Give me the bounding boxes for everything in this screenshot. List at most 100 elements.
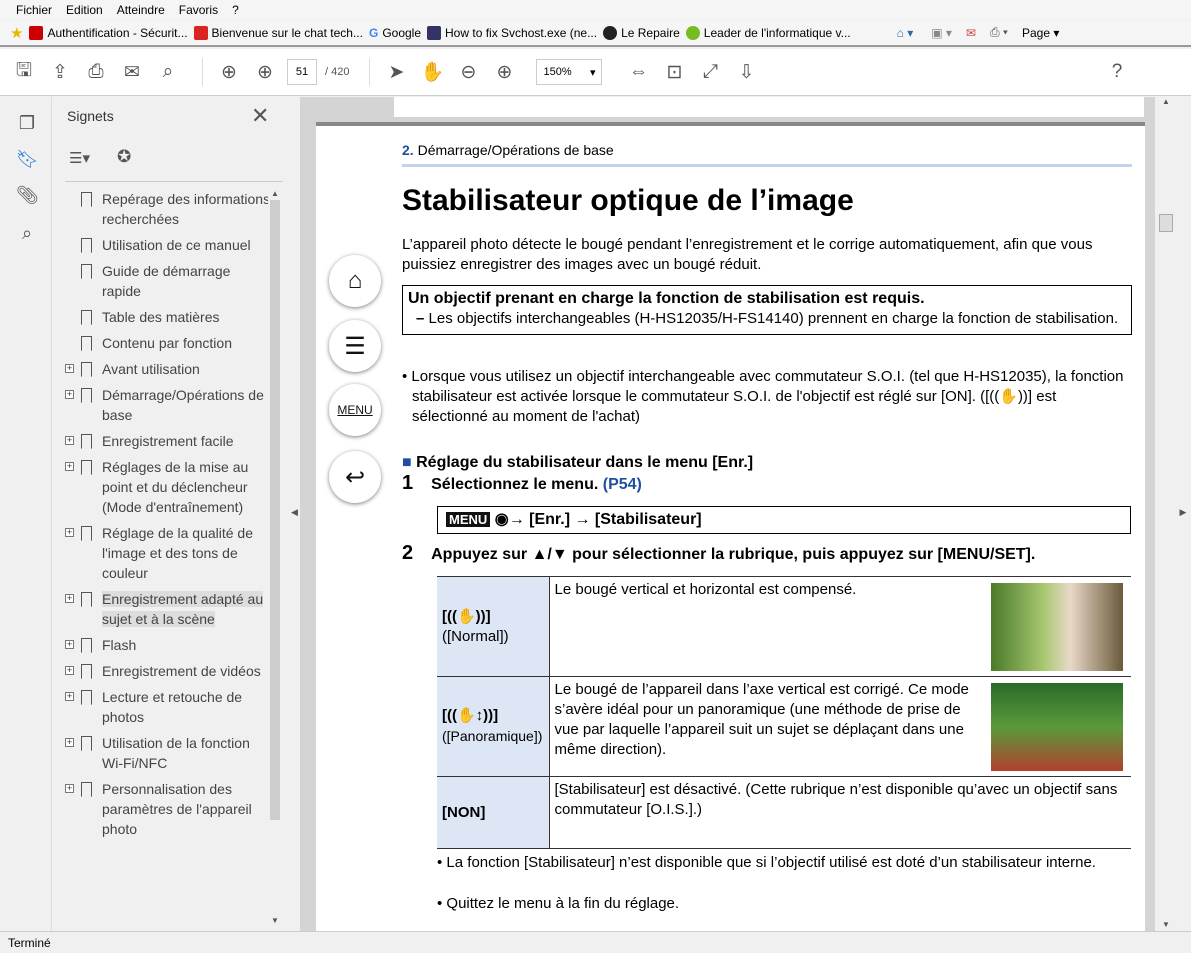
bookmark-item[interactable]: + Enregistrement de vidéos xyxy=(61,661,271,681)
bookmark-icon xyxy=(81,638,92,653)
print-icon[interactable]: ⎙ ▾ xyxy=(990,25,1008,40)
back-arrow-icon: ↩ xyxy=(344,463,366,491)
bookmark-item[interactable]: Contenu par fonction xyxy=(61,333,271,353)
bookmark-item[interactable]: + Réglage de la qualité de l'image et des… xyxy=(61,523,271,583)
expand-icon[interactable]: + xyxy=(65,738,74,747)
scroll-thumb[interactable] xyxy=(1159,214,1173,232)
options-menu-icon[interactable]: ☰▾ xyxy=(69,149,90,167)
new-bookmark-icon[interactable]: ✪ xyxy=(117,147,131,167)
expand-icon[interactable]: + xyxy=(65,390,74,399)
page-total: / 420 xyxy=(325,66,350,78)
search-icon[interactable]: ⌕ xyxy=(16,223,38,245)
page-number-input[interactable]: 51 xyxy=(287,59,317,85)
expand-icon[interactable]: + xyxy=(65,436,74,445)
favorite-link[interactable]: Le Repaire xyxy=(603,25,680,40)
bookmark-item[interactable]: + Flash xyxy=(61,635,271,655)
bookmark-label: Avant utilisation xyxy=(102,361,200,377)
collapse-panel-handle[interactable]: ◀ xyxy=(289,97,300,931)
scroll-thumb[interactable] xyxy=(270,200,280,820)
document-scrollbar[interactable]: ▲ ▼ xyxy=(1157,97,1175,931)
bookmark-item[interactable]: + Enregistrement facile xyxy=(61,431,271,451)
favorite-link[interactable]: Leader de l'informatique v... xyxy=(685,25,851,40)
fit-width-icon[interactable]: ⇔ xyxy=(624,58,652,86)
bookmark-list: Repérage des informations recherchées Uti… xyxy=(61,189,271,845)
expand-icon[interactable]: + xyxy=(65,666,74,675)
expand-icon[interactable]: + xyxy=(65,462,74,471)
expand-icon[interactable]: + xyxy=(65,692,74,701)
favorite-link[interactable]: G Google xyxy=(369,26,421,40)
next-page-icon[interactable]: ⊕ xyxy=(251,58,279,86)
hand-tool-icon[interactable]: ✋ xyxy=(418,58,446,86)
bookmark-item[interactable]: Utilisation de ce manuel xyxy=(61,235,271,255)
expand-icon[interactable]: + xyxy=(65,528,74,537)
home-icon[interactable]: ⌂ ▾ xyxy=(897,26,914,40)
search-icon[interactable]: ⌕ xyxy=(154,58,182,86)
option-icon: [NON] xyxy=(442,803,486,821)
back-button[interactable]: ↩ xyxy=(329,451,381,503)
pdf-toolbar: 🖫 ⇪ ⎙ ✉ ⌕ ⊕ ⊕ 51 / 420 ➤ ✋ ⊖ ⊕ 150% ▾ ⇔ ⊡… xyxy=(0,49,1191,96)
bookmark-item[interactable]: Repérage des informations recherchées xyxy=(61,189,271,229)
table-row: [((✋↕))] ([Panoramique]) Le bougé de l’app… xyxy=(437,676,1131,777)
bookmark-item[interactable]: + Utilisation de la fonction Wi-Fi/NFC xyxy=(61,733,271,773)
upload-icon[interactable]: ⇪ xyxy=(46,58,74,86)
zoom-value: 150% xyxy=(543,66,572,78)
previous-page-icon[interactable]: ⊕ xyxy=(215,58,243,86)
select-cursor-icon[interactable]: ➤ xyxy=(382,58,410,86)
fullscreen-icon[interactable]: ⤢ xyxy=(696,58,724,86)
bookmark-item[interactable]: Table des matières xyxy=(61,307,271,327)
panel-scrollbar[interactable]: ▲ ▼ xyxy=(268,189,282,925)
expand-icon[interactable]: + xyxy=(65,784,74,793)
favorite-link[interactable]: Bienvenue sur le chat tech... xyxy=(193,25,363,40)
expand-icon[interactable]: + xyxy=(65,640,74,649)
print-icon[interactable]: ⎙ xyxy=(82,58,110,86)
collapse-right-handle[interactable]: ▶ xyxy=(1175,97,1191,931)
menu-atteindre[interactable]: Atteindre xyxy=(117,3,165,17)
close-icon[interactable]: ✕ xyxy=(251,103,269,129)
step-text: Appuyez sur ▲/▼ pour sélectionner la rub… xyxy=(431,546,1036,563)
expand-icon[interactable]: + xyxy=(65,594,74,603)
bookmark-icon xyxy=(81,592,92,607)
mail-icon[interactable]: ✉ xyxy=(966,26,976,40)
option-name: ([Normal]) xyxy=(442,627,509,645)
bookmark-item[interactable]: + Personnalisation des paramètres de l'ap… xyxy=(61,779,271,839)
zoom-out-icon[interactable]: ⊖ xyxy=(454,58,482,86)
menu-fichier[interactable]: Fichier xyxy=(16,3,52,17)
menu-help[interactable]: ? xyxy=(232,3,239,17)
section-title: Réglage du stabilisateur dans le menu [E… xyxy=(416,454,754,471)
bookmark-item[interactable]: Guide de démarrage rapide xyxy=(61,261,271,301)
panel-title: Signets xyxy=(67,108,114,124)
expand-icon[interactable]: + xyxy=(65,364,74,373)
bookmark-item[interactable]: + Lecture et retouche de photos xyxy=(61,687,271,727)
zoom-select[interactable]: 150% ▾ xyxy=(536,59,603,85)
fit-page-icon[interactable]: ⊡ xyxy=(660,58,688,86)
favorite-label: Le Repaire xyxy=(621,25,680,40)
favorites-star-icon[interactable]: ★ xyxy=(10,24,23,42)
page-menu[interactable]: Page ▾ xyxy=(1022,26,1059,40)
pages-icon[interactable]: ❐ xyxy=(16,113,38,135)
attachments-icon[interactable]: 📎︎ xyxy=(16,185,39,207)
bookmarks-icon[interactable]: 🔖︎ xyxy=(16,149,39,171)
bookmark-item[interactable]: + Réglages de la mise au point et du décl… xyxy=(61,457,271,517)
home-icon: ⌂ xyxy=(347,267,363,294)
desc-cell: Le bougé de l’appareil dans l’axe vertic… xyxy=(549,676,1131,777)
favorite-link[interactable]: Authentification - Sécurit... xyxy=(29,25,188,40)
page-link[interactable]: (P54) xyxy=(603,476,642,493)
menu-edition[interactable]: Edition xyxy=(66,3,103,17)
email-icon[interactable]: ✉ xyxy=(118,58,146,86)
home-button[interactable]: ⌂ xyxy=(329,255,381,307)
divider xyxy=(202,58,203,86)
bookmark-item[interactable]: + Enregistrement adapté au sujet et à la … xyxy=(61,589,271,629)
contents-button[interactable]: ☰ xyxy=(329,320,381,372)
save-icon[interactable]: 🖫 xyxy=(10,58,38,86)
help-icon[interactable]: ? xyxy=(1103,58,1131,86)
scroll-mode-icon[interactable]: ⇩ xyxy=(732,58,760,86)
menu-favoris[interactable]: Favoris xyxy=(179,3,218,17)
menu-button[interactable]: MENU xyxy=(329,384,381,436)
rss-icon[interactable]: ▣ ▾ xyxy=(931,26,952,40)
favorite-link[interactable]: How to fix Svchost.exe (ne... xyxy=(427,25,597,40)
desc-cell: [Stabilisateur] est désactivé. (Cette ru… xyxy=(549,776,1131,849)
bookmark-item[interactable]: + Démarrage/Opérations de base xyxy=(61,385,271,425)
bookmark-item[interactable]: + Avant utilisation xyxy=(61,359,271,379)
zoom-in-icon[interactable]: ⊕ xyxy=(490,58,518,86)
option-icon: [((✋))] xyxy=(442,607,491,625)
